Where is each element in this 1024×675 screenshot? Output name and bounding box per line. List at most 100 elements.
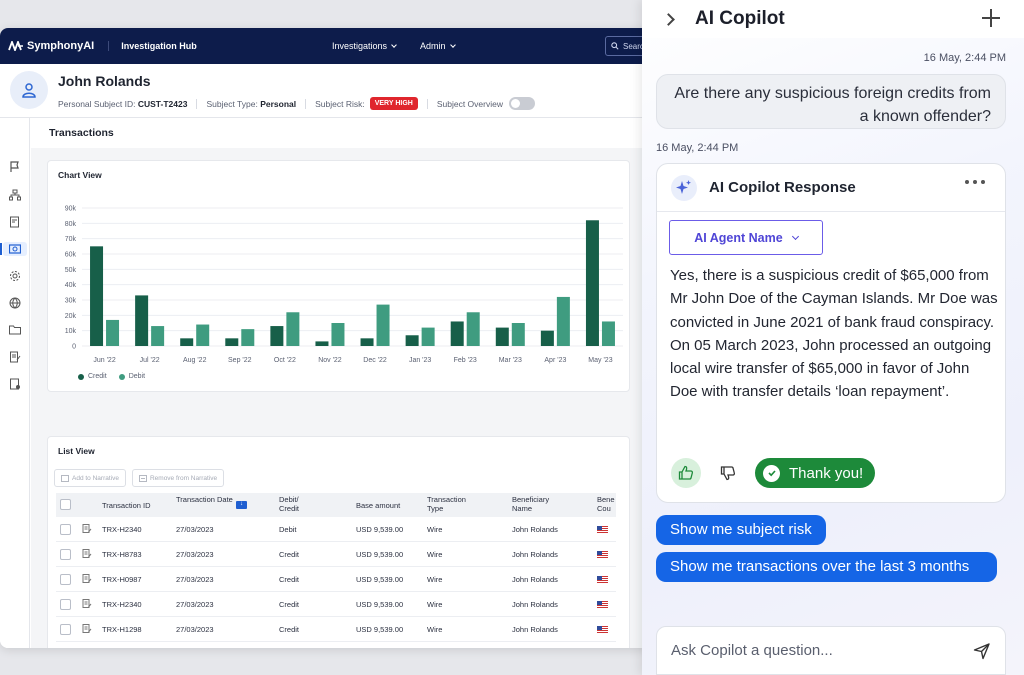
- copilot-response-card: AI Copilot Response AI Agent Name Yes, t…: [656, 163, 1006, 503]
- sidebar-item-reports[interactable]: [8, 377, 22, 391]
- col-debit-credit[interactable]: Debit/ Credit: [279, 495, 315, 513]
- bar-debit[interactable]: [556, 296, 570, 346]
- bar-credit[interactable]: [135, 295, 149, 346]
- sidebar-item-network[interactable]: [8, 188, 22, 202]
- bar-credit[interactable]: [405, 335, 419, 346]
- legend-credit[interactable]: Credit: [78, 373, 107, 380]
- transactions-bar-chart: 0 10k 20k 30k 40k 50k 60k 70k 80k 90k Jun '22 Jul '…: [65, 206, 623, 364]
- new-chat-plus-icon[interactable]: [982, 9, 1000, 27]
- brand-logo[interactable]: SymphonyAI: [0, 40, 94, 52]
- table-row[interactable]: TRX-H1298 27/03/2023 Credit USD 9,539.00 Wir…: [56, 617, 616, 642]
- bar-credit[interactable]: [495, 327, 509, 346]
- bar-debit[interactable]: [331, 323, 345, 346]
- chevron-down-icon: [791, 232, 799, 240]
- table-row[interactable]: TRX-H675327/03/2023CreditUSD 9,539.00Wir…: [56, 642, 616, 648]
- bar-debit[interactable]: [466, 312, 480, 346]
- row-checkbox[interactable]: [60, 574, 71, 585]
- col-beneficiary-name[interactable]: Beneficiary Name: [512, 495, 564, 513]
- subject-overview-toggle[interactable]: [508, 97, 535, 110]
- symphony-logo-icon: [8, 41, 23, 51]
- bar-credit[interactable]: [180, 338, 194, 346]
- bar-credit[interactable]: [585, 220, 599, 346]
- thumbs-up-button[interactable]: [671, 458, 701, 488]
- y-tick-label: 40k: [65, 282, 77, 289]
- table-row[interactable]: TRX-H0987 27/03/2023 Credit USD 9,539.00 Wir…: [56, 567, 616, 592]
- col-transaction-type[interactable]: Transaction Type: [427, 495, 479, 513]
- sidebar-item-global[interactable]: [8, 296, 22, 310]
- row-checkbox[interactable]: [60, 524, 71, 535]
- country-flag: [597, 526, 608, 533]
- table-row[interactable]: TRX-H8783 27/03/2023 Credit USD 9,539.00 Wir…: [56, 542, 616, 567]
- bar-debit[interactable]: [376, 304, 390, 346]
- sidebar-item-notes[interactable]: [8, 350, 22, 364]
- beneficiary-name: John Rolands: [512, 550, 558, 559]
- copilot-header: AI Copilot: [642, 0, 1024, 38]
- collapse-arrow-icon[interactable]: [662, 12, 675, 26]
- transaction-id: TRX-H0987: [102, 575, 142, 584]
- bar-debit[interactable]: [151, 326, 165, 346]
- remove-from-narrative-button[interactable]: Remove from Narrative: [131, 469, 225, 487]
- bar-debit[interactable]: [241, 329, 255, 346]
- note-icon[interactable]: [82, 524, 92, 536]
- col-transaction-date[interactable]: Transaction Date: [176, 495, 234, 504]
- bar-debit[interactable]: [286, 312, 300, 346]
- bar-debit[interactable]: [421, 327, 435, 346]
- user-message-bubble: Are there any suspicious foreign credits…: [656, 74, 1006, 129]
- col-beneficiary-country[interactable]: Bene Cou: [597, 495, 615, 513]
- row-checkbox[interactable]: [60, 624, 71, 635]
- note-icon[interactable]: [82, 549, 92, 561]
- table-header: Transaction ID Transaction Date ↓ Debit/…: [56, 493, 616, 517]
- country-flag: [597, 626, 608, 633]
- note-icon[interactable]: [82, 574, 92, 586]
- sort-icon[interactable]: ↓: [236, 501, 247, 509]
- row-checkbox[interactable]: [60, 599, 71, 610]
- sidebar-item-settings[interactable]: [8, 269, 22, 283]
- sidebar-item-transactions[interactable]: [0, 242, 27, 256]
- subject-risk-label: Subject Risk:: [315, 98, 365, 109]
- col-base-amount[interactable]: Base amount: [356, 501, 400, 510]
- base-amount: USD 9,539.00: [356, 575, 404, 584]
- bar-credit[interactable]: [270, 326, 284, 346]
- sidebar-item-folder[interactable]: [8, 323, 22, 337]
- note-icon[interactable]: [82, 599, 92, 611]
- nav-admin[interactable]: Admin: [420, 41, 456, 51]
- row-checkbox[interactable]: [60, 549, 71, 560]
- bar-debit[interactable]: [511, 323, 525, 346]
- send-icon[interactable]: [973, 642, 991, 660]
- suggestion-recent-transactions[interactable]: Show me transactions over the last 3 mon…: [656, 552, 997, 582]
- legend-debit[interactable]: Debit: [118, 373, 145, 380]
- ask-copilot-placeholder: Ask Copilot a question...: [671, 642, 833, 659]
- col-transaction-id[interactable]: Transaction ID: [102, 501, 151, 510]
- bar-credit[interactable]: [450, 321, 464, 346]
- bar-credit[interactable]: [360, 338, 374, 346]
- y-tick-label: 70k: [65, 236, 77, 243]
- money-icon: [9, 244, 21, 254]
- agent-select-dropdown[interactable]: AI Agent Name: [669, 220, 823, 255]
- beneficiary-name: John Rolands: [512, 600, 558, 609]
- bar-credit[interactable]: [540, 330, 554, 346]
- table-row[interactable]: TRX-H2340 27/03/2023 Debit USD 9,539.00 Wire…: [56, 517, 616, 542]
- bar-credit[interactable]: [90, 246, 104, 346]
- ask-copilot-input[interactable]: Ask Copilot a question...: [656, 626, 1006, 675]
- table-row[interactable]: TRX-H2340 27/03/2023 Credit USD 9,539.00 Wir…: [56, 592, 616, 617]
- debit-credit: Credit: [279, 550, 300, 559]
- bar-debit[interactable]: [601, 321, 615, 346]
- transaction-id: TRX-H8783: [102, 550, 142, 559]
- add-to-narrative-button[interactable]: Add to Narrative: [54, 469, 126, 487]
- more-options-icon[interactable]: [965, 180, 985, 184]
- thumbs-down-button[interactable]: [713, 458, 743, 488]
- sidebar-item-flags[interactable]: [8, 160, 22, 174]
- legend-credit-label: Credit: [88, 373, 107, 380]
- bar-debit[interactable]: [196, 324, 210, 346]
- bar-credit[interactable]: [315, 341, 329, 346]
- sidebar-item-documents[interactable]: [8, 215, 22, 229]
- bar-debit[interactable]: [106, 319, 120, 346]
- note-icon[interactable]: [82, 624, 92, 636]
- bar-credit[interactable]: [225, 338, 239, 346]
- x-tick-label: Sep '22: [228, 357, 252, 364]
- select-all-checkbox[interactable]: [60, 499, 71, 510]
- y-tick-label: 20k: [65, 313, 77, 320]
- suggestion-subject-risk[interactable]: Show me subject risk: [656, 515, 826, 545]
- nav-investigations[interactable]: Investigations: [332, 41, 397, 51]
- globe-icon: [9, 297, 21, 309]
